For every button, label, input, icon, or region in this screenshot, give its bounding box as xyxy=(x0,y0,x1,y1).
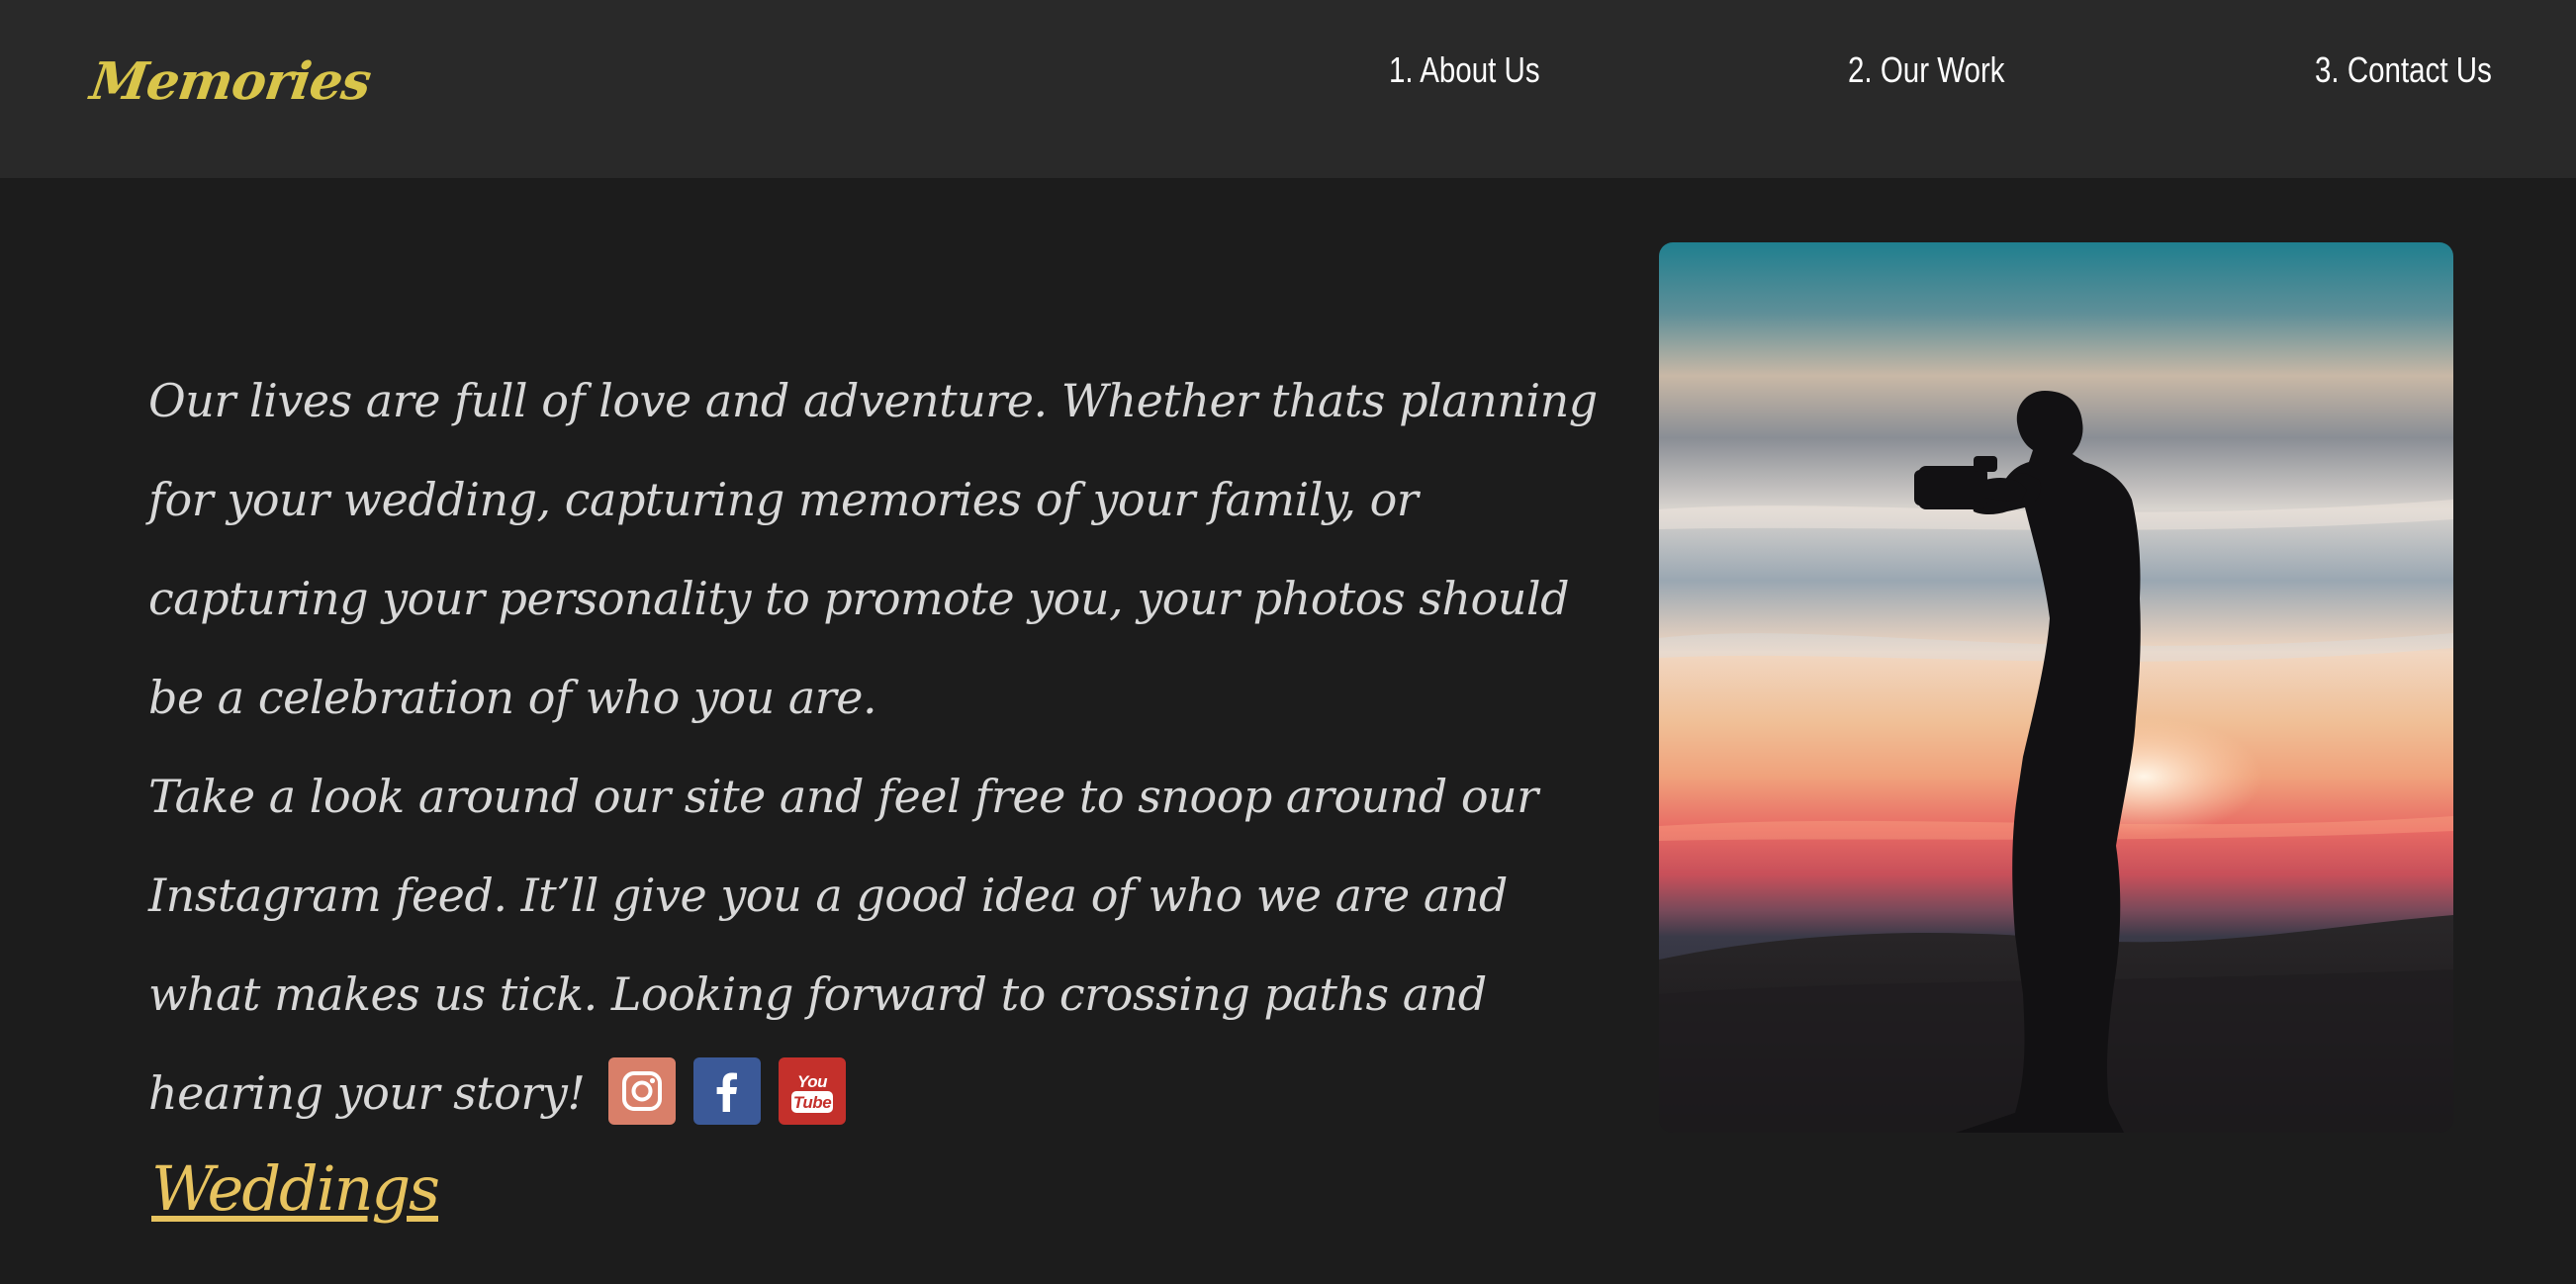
youtube-you-text: You xyxy=(797,1072,828,1091)
instagram-link[interactable] xyxy=(608,1057,677,1125)
intro-text: Our lives are full of love and adventure… xyxy=(148,351,1603,1143)
nav-contact-us[interactable]: 3. Contact Us xyxy=(2315,49,2492,91)
site-header: Memories 1. About Us 2. Our Work 3. Cont… xyxy=(0,0,2576,178)
intro-paragraph-2: Take a look around our site and feel fre… xyxy=(148,747,1603,1143)
instagram-icon xyxy=(622,1071,663,1111)
nav-our-work[interactable]: 2. Our Work xyxy=(1848,49,2005,91)
youtube-tube-text: Tube xyxy=(793,1093,831,1112)
nav-about-us[interactable]: 1. About Us xyxy=(1389,49,1540,91)
social-links: You Tube xyxy=(608,1057,847,1125)
photographer-silhouette-image xyxy=(1659,242,2453,1133)
hero-photo xyxy=(1659,242,2453,1133)
site-logo[interactable]: Memories xyxy=(87,51,374,112)
youtube-icon: You Tube xyxy=(791,1072,834,1113)
intro-paragraph-1: Our lives are full of love and adventure… xyxy=(148,374,1598,724)
facebook-icon xyxy=(716,1072,738,1112)
weddings-section-title[interactable]: Weddings xyxy=(151,1152,440,1225)
youtube-link[interactable]: You Tube xyxy=(779,1057,847,1125)
facebook-link[interactable] xyxy=(693,1057,762,1125)
